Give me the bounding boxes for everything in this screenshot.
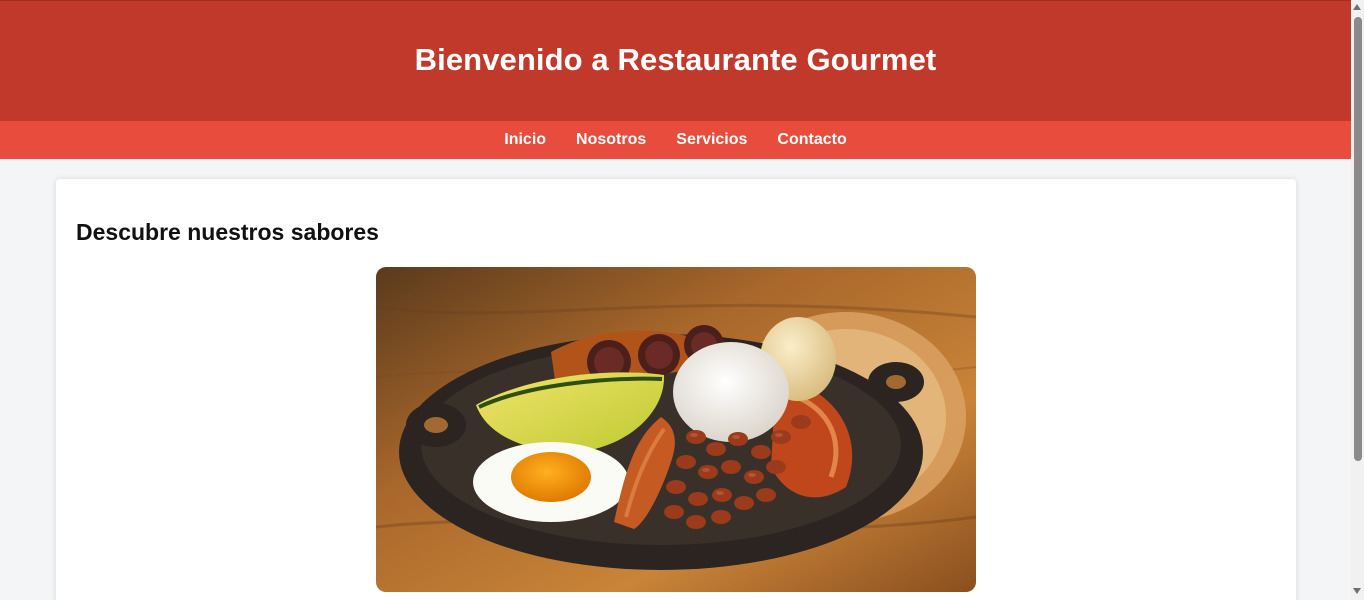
nav-link-servicios[interactable]: Servicios bbox=[676, 131, 747, 149]
section-heading: Descubre nuestros sabores bbox=[76, 219, 379, 245]
main-nav: Inicio Nosotros Servicios Contacto bbox=[0, 121, 1351, 159]
content-card: Descubre nuestros sabores bbox=[56, 179, 1296, 600]
scroll-thumb[interactable] bbox=[1354, 17, 1362, 461]
nav-link-contacto[interactable]: Contacto bbox=[777, 131, 846, 149]
page: Bienvenido a Restaurante Gourmet Inicio … bbox=[0, 0, 1364, 600]
page-title: Bienvenido a Restaurante Gourmet bbox=[414, 42, 937, 77]
nav-link-inicio[interactable]: Inicio bbox=[504, 131, 546, 149]
dish-photo bbox=[376, 267, 976, 592]
site-header: Bienvenido a Restaurante Gourmet bbox=[0, 0, 1351, 121]
nav-link-nosotros[interactable]: Nosotros bbox=[576, 131, 646, 149]
dish-illustration bbox=[376, 267, 976, 592]
scroll-up-icon[interactable] bbox=[1353, 4, 1361, 10]
page-scrollbar[interactable] bbox=[1351, 0, 1364, 600]
scroll-down-icon[interactable] bbox=[1353, 588, 1361, 594]
